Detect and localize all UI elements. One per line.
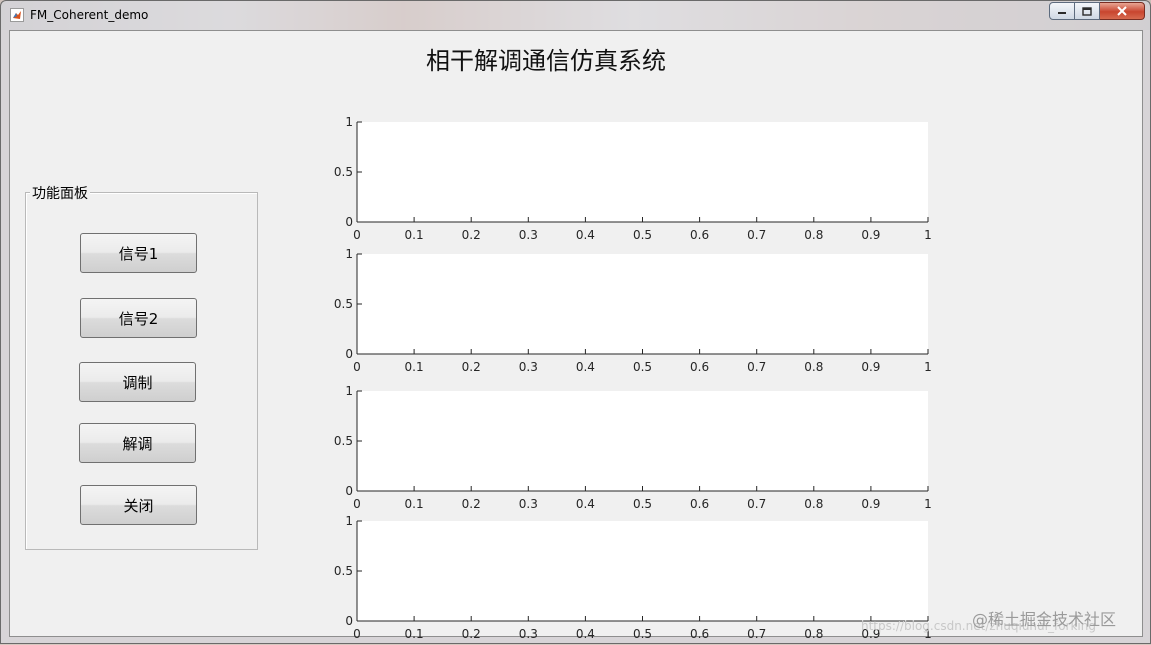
- y-tick-label: 0: [345, 484, 353, 498]
- y-tick-label: 0: [345, 215, 353, 229]
- x-tick-label: 0.3: [519, 360, 538, 374]
- x-tick-label: 1: [924, 228, 932, 242]
- y-tick-label: 0.5: [334, 564, 353, 578]
- x-tick-label: 0.9: [861, 497, 880, 511]
- x-tick-label: 0.1: [405, 627, 424, 641]
- x-tick-label: 1: [924, 497, 932, 511]
- y-tick-label: 0.5: [334, 434, 353, 448]
- x-tick-label: 0.8: [804, 228, 823, 242]
- app-window: FM_Coherent_demo 相干解调通信仿真系统 功能面板 信号1 信号2…: [0, 0, 1151, 644]
- x-tick-label: 0.2: [462, 627, 481, 641]
- x-tick-label: 0.1: [405, 497, 424, 511]
- axes-background: [357, 391, 928, 491]
- x-tick-label: 0.2: [462, 497, 481, 511]
- x-tick-label: 0.5: [633, 228, 652, 242]
- x-tick-label: 0.3: [519, 497, 538, 511]
- x-tick-label: 0.5: [633, 497, 652, 511]
- axes-3: 0 0.1 0.2 0.3 0.4 0.5 0.6 0.7 0.8 0.9 1 0 0.5 1: [334, 384, 932, 511]
- y-tick-label: 1: [345, 247, 353, 261]
- y-tick-label: 0.5: [334, 297, 353, 311]
- axes-2: 0 0.1 0.2 0.3 0.4 0.5 0.6 0.7 0.8 0.9 1 0 0.5 1: [334, 247, 932, 374]
- y-tick-label: 0.5: [334, 165, 353, 179]
- x-tick-label: 0.5: [633, 360, 652, 374]
- x-tick-label: 0.4: [576, 627, 595, 641]
- x-tick-label: 0.7: [747, 497, 766, 511]
- x-tick-label: 0.6: [690, 360, 709, 374]
- x-tick-label: 0.7: [747, 360, 766, 374]
- x-tick-label: 0.6: [690, 228, 709, 242]
- x-tick-label: 0: [353, 627, 361, 641]
- axes-1: 0 0.1 0.2 0.3 0.4 0.5 0.6 0.7 0.8 0.9 1 0 0.5 1: [334, 115, 932, 242]
- x-tick-label: 0.5: [633, 627, 652, 641]
- x-tick-label: 0.1: [405, 360, 424, 374]
- x-tick-label: 0: [353, 360, 361, 374]
- x-tick-label: 0.9: [861, 228, 880, 242]
- x-tick-label: 0.4: [576, 360, 595, 374]
- x-tick-label: 0.6: [690, 497, 709, 511]
- axes-4: 0 0.1 0.2 0.3 0.4 0.5 0.6 0.7 0.8 0.9 100.51: [334, 514, 932, 641]
- x-tick-label: 0.3: [519, 627, 538, 641]
- x-tick-label: 0.2: [462, 228, 481, 242]
- x-tick-label: 0.3: [519, 228, 538, 242]
- x-tick-label: 0.2: [462, 360, 481, 374]
- x-tick-label: 0.7: [747, 627, 766, 641]
- x-tick-label: 0.7: [747, 228, 766, 242]
- y-tick-label: 1: [345, 115, 353, 129]
- plot-axes-group: 0 0.1 0.2 0.3 0.4 0.5 0.6 0.7 0.8 0.9 100.510 0.1 0.…: [334, 115, 932, 641]
- x-tick-label: 0.1: [405, 228, 424, 242]
- y-tick-label: 0: [345, 347, 353, 361]
- axes-background: [357, 254, 928, 354]
- x-tick-label: 0.8: [804, 497, 823, 511]
- x-tick-label: 0: [353, 497, 361, 511]
- axes-background: [357, 122, 928, 222]
- x-tick-label: 0.9: [861, 360, 880, 374]
- x-tick-label: 1: [924, 360, 932, 374]
- x-tick-label: 0.4: [576, 228, 595, 242]
- x-tick-label: 0.4: [576, 497, 595, 511]
- y-tick-label: 1: [345, 384, 353, 398]
- y-tick-label: 1: [345, 514, 353, 528]
- x-tick-label: 0.8: [804, 627, 823, 641]
- x-tick-label: 0: [353, 228, 361, 242]
- watermark-text: @稀土掘金技术社区: [972, 610, 1117, 629]
- y-tick-label: 0: [345, 614, 353, 628]
- x-tick-label: 0.6: [690, 627, 709, 641]
- x-tick-label: 0.8: [804, 360, 823, 374]
- axes-background: [357, 521, 928, 621]
